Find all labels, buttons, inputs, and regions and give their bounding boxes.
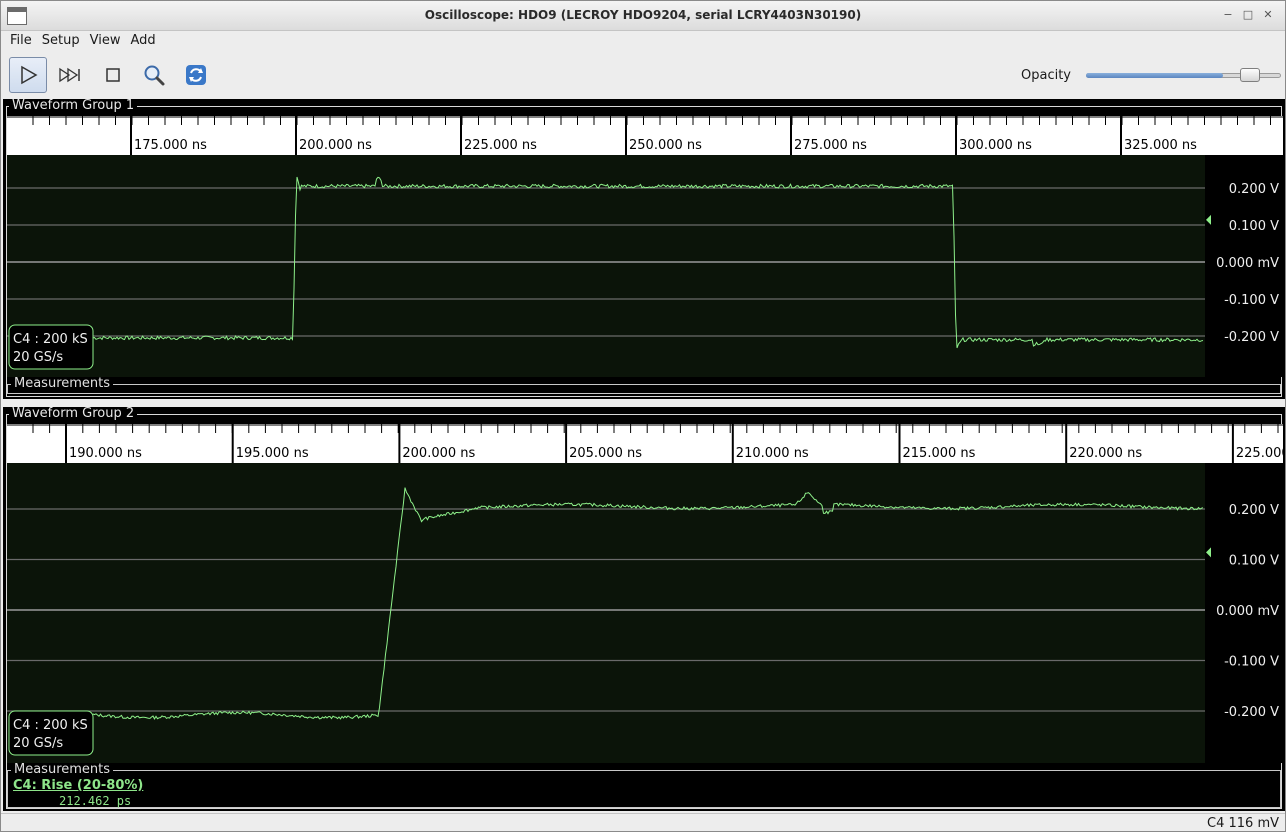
time-tick-label: 225.000 ns — [464, 138, 537, 153]
waveform-view-2[interactable]: 190.000 ns 195.000 ns 200.000 ns 205.000 ns… — [3, 407, 1283, 767]
oscilloscope-window: Oscilloscope: HDO9 (LECROY HDO9204, seri… — [0, 0, 1286, 832]
time-tick-label: 175.000 ns — [134, 138, 207, 153]
volt-tick-label: 0.100 V — [1229, 219, 1279, 234]
minimize-icon[interactable]: − — [1221, 8, 1235, 22]
maximize-icon[interactable]: □ — [1241, 8, 1255, 22]
zoom-button[interactable] — [135, 57, 173, 93]
time-tick-label: 215.000 ns — [903, 446, 976, 461]
title-bar[interactable]: Oscilloscope: HDO9 (LECROY HDO9204, seri… — [1, 1, 1285, 31]
waveform-view-1[interactable]: 175.000 ns 200.000 ns 225.000 ns 250.000 ns… — [3, 99, 1283, 395]
opacity-slider-thumb[interactable] — [1239, 68, 1260, 82]
channel-info-line: C4 : 200 kS — [13, 332, 88, 347]
menu-setup[interactable]: Setup — [37, 31, 85, 53]
time-tick-label: 190.000 ns — [69, 446, 142, 461]
measurements-panel — [7, 770, 1281, 808]
time-tick-label: 225.000 — [1236, 446, 1283, 461]
opacity-slider[interactable] — [1086, 68, 1281, 82]
stop-button[interactable] — [94, 57, 132, 93]
volt-tick-label: 0.000 mV — [1216, 604, 1279, 619]
run-button[interactable] — [9, 57, 47, 93]
volt-tick-label: -0.100 V — [1224, 293, 1279, 308]
menu-bar: File Setup View Add — [1, 31, 1285, 53]
close-icon[interactable]: ✕ — [1261, 8, 1275, 22]
measurement-value: 212.462 ps — [59, 794, 132, 808]
refresh-button[interactable] — [177, 57, 215, 93]
measurements-panel — [7, 384, 1281, 394]
menu-view[interactable]: View — [85, 31, 126, 53]
time-tick-label: 325.000 ns — [1124, 138, 1197, 153]
stop-icon — [106, 68, 120, 82]
channel-info-line: 20 GS/s — [13, 350, 63, 365]
channel-info-line: C4 : 200 kS — [13, 718, 88, 733]
skip-forward-icon — [59, 67, 80, 83]
volt-tick-label: -0.100 V — [1224, 655, 1279, 670]
time-tick-label: 205.000 ns — [569, 446, 642, 461]
time-tick-label: 200.000 ns — [299, 138, 372, 153]
measurement-name[interactable]: C4: Rise (20-80%) — [13, 778, 143, 793]
volt-tick-label: 0.200 V — [1229, 503, 1279, 518]
status-text: C4 116 mV — [1207, 816, 1279, 831]
waveform-group-1: Waveform Group 1 175.000 ns 200.000 ns 225… — [3, 99, 1285, 399]
status-bar: C4 116 mV — [1, 813, 1285, 832]
window-title: Oscilloscope: HDO9 (LECROY HDO9204, seri… — [424, 8, 862, 22]
time-tick-label: 250.000 ns — [629, 138, 702, 153]
toolbar: Opacity — [1, 53, 1285, 97]
menu-file[interactable]: File — [5, 31, 37, 53]
channel-info-line: 20 GS/s — [13, 736, 63, 751]
single-trigger-button[interactable] — [51, 57, 89, 93]
volt-tick-label: -0.200 V — [1224, 705, 1279, 720]
time-tick-label: 300.000 ns — [959, 138, 1032, 153]
time-tick-label: 220.000 ns — [1069, 446, 1142, 461]
play-icon — [21, 65, 38, 85]
refresh-icon — [186, 65, 206, 85]
time-tick-label: 210.000 ns — [736, 446, 809, 461]
opacity-label: Opacity — [1021, 68, 1072, 83]
time-tick-label: 200.000 ns — [402, 446, 475, 461]
measurements-title: Measurements — [11, 377, 114, 391]
volt-tick-label: 0.000 mV — [1216, 256, 1279, 271]
measurements-title: Measurements — [11, 763, 114, 777]
volt-tick-label: 0.200 V — [1229, 182, 1279, 197]
magnifier-icon — [144, 65, 165, 86]
time-tick-label: 195.000 ns — [236, 446, 309, 461]
volt-tick-label: -0.200 V — [1224, 330, 1279, 345]
waveform-group-2: Waveform Group 2 190.000 ns 195.000 ns 200… — [3, 407, 1285, 811]
menu-add[interactable]: Add — [125, 31, 160, 53]
time-tick-label: 275.000 ns — [794, 138, 867, 153]
plot-area — [7, 463, 1205, 763]
volt-tick-label: 0.100 V — [1229, 554, 1279, 569]
opacity-slider-fill — [1086, 73, 1223, 78]
